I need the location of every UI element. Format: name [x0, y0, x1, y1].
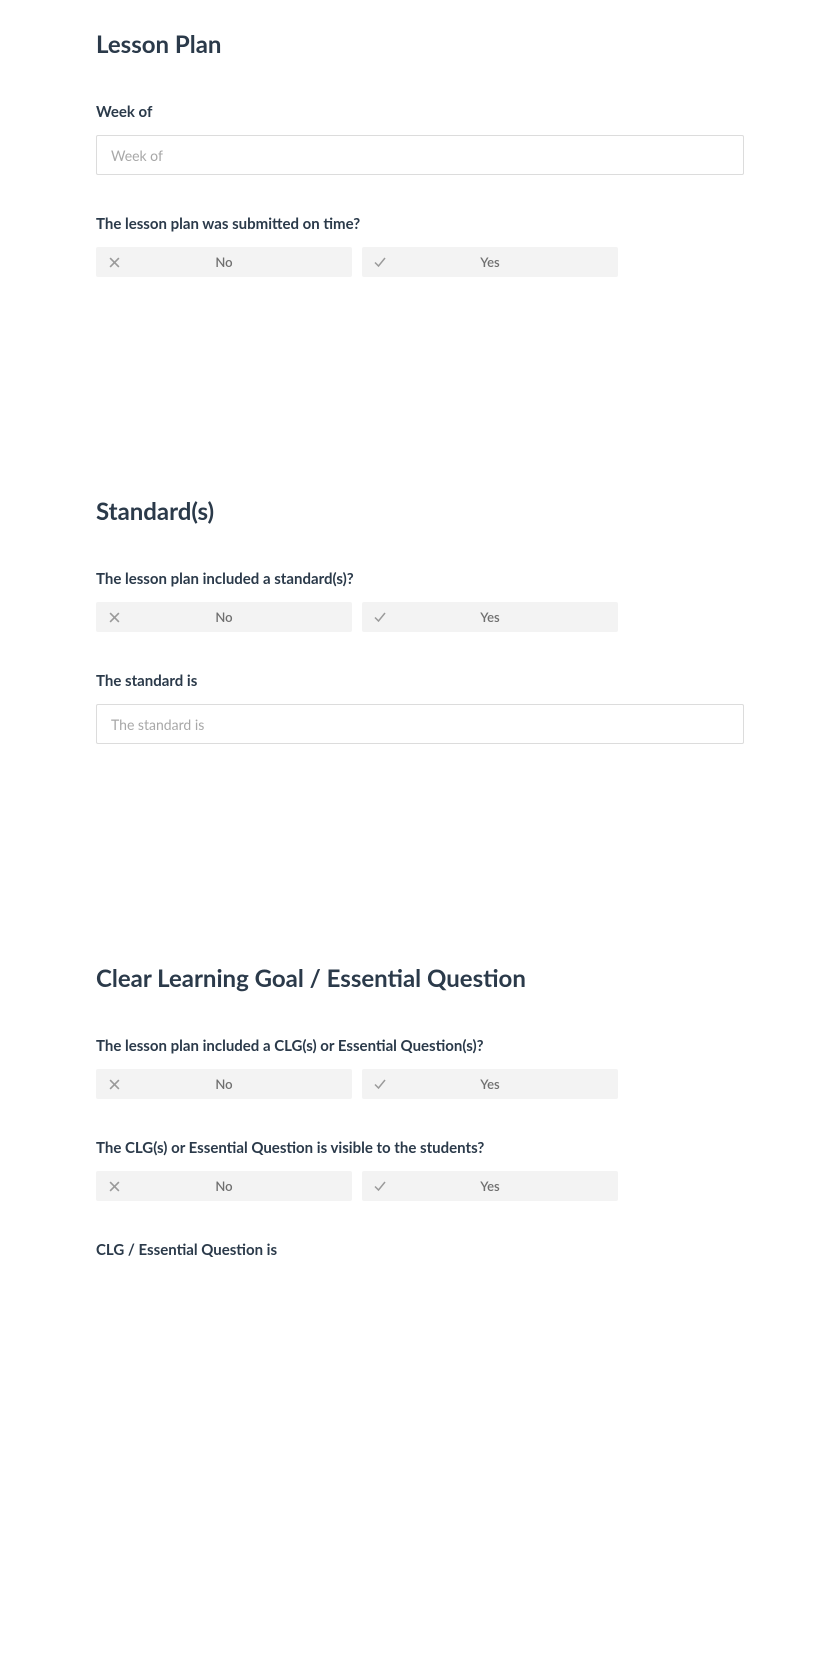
x-icon: [96, 1079, 132, 1090]
toggle-submitted-on-time: No Yes: [96, 247, 744, 277]
btn-label-yes: Yes: [398, 254, 618, 270]
check-icon: [362, 1077, 398, 1091]
btn-submitted-yes[interactable]: Yes: [362, 247, 618, 277]
btn-submitted-no[interactable]: No: [96, 247, 352, 277]
btn-label-no: No: [132, 1076, 352, 1092]
btn-label-yes: Yes: [398, 609, 618, 625]
check-icon: [362, 610, 398, 624]
field-clg-is: CLG / Essential Question is: [96, 1241, 744, 1259]
field-clg-visible: The CLG(s) or Essential Question is visi…: [96, 1139, 744, 1201]
field-standard-is: The standard is: [96, 672, 744, 744]
btn-included-standard-yes[interactable]: Yes: [362, 602, 618, 632]
check-icon: [362, 255, 398, 269]
field-submitted-on-time: The lesson plan was submitted on time? N…: [96, 215, 744, 277]
btn-label-yes: Yes: [398, 1076, 618, 1092]
btn-clg-visible-yes[interactable]: Yes: [362, 1171, 618, 1201]
check-icon: [362, 1179, 398, 1193]
input-week-of[interactable]: [96, 135, 744, 175]
x-icon: [96, 257, 132, 268]
field-week-of: Week of: [96, 103, 744, 175]
label-week-of: Week of: [96, 103, 744, 121]
label-clg-is: CLG / Essential Question is: [96, 1241, 744, 1259]
field-included-standard: The lesson plan included a standard(s)? …: [96, 570, 744, 632]
btn-label-yes: Yes: [398, 1178, 618, 1194]
btn-clg-visible-no[interactable]: No: [96, 1171, 352, 1201]
btn-label-no: No: [132, 609, 352, 625]
label-clg-visible: The CLG(s) or Essential Question is visi…: [96, 1139, 744, 1157]
field-included-clg: The lesson plan included a CLG(s) or Ess…: [96, 1037, 744, 1099]
label-standard-is: The standard is: [96, 672, 744, 690]
section-standards: Standard(s) The lesson plan included a s…: [96, 497, 744, 744]
section-title-lesson-plan: Lesson Plan: [96, 30, 744, 59]
x-icon: [96, 1181, 132, 1192]
label-submitted-on-time: The lesson plan was submitted on time?: [96, 215, 744, 233]
btn-included-clg-no[interactable]: No: [96, 1069, 352, 1099]
section-lesson-plan: Lesson Plan Week of The lesson plan was …: [96, 30, 744, 277]
btn-label-no: No: [132, 1178, 352, 1194]
section-title-clg: Clear Learning Goal / Essential Question: [96, 964, 744, 993]
label-included-clg: The lesson plan included a CLG(s) or Ess…: [96, 1037, 744, 1055]
section-title-standards: Standard(s): [96, 497, 744, 526]
x-icon: [96, 612, 132, 623]
section-clg: Clear Learning Goal / Essential Question…: [96, 964, 744, 1259]
btn-label-no: No: [132, 254, 352, 270]
input-standard-is[interactable]: [96, 704, 744, 744]
btn-included-clg-yes[interactable]: Yes: [362, 1069, 618, 1099]
toggle-included-standard: No Yes: [96, 602, 744, 632]
toggle-included-clg: No Yes: [96, 1069, 744, 1099]
btn-included-standard-no[interactable]: No: [96, 602, 352, 632]
toggle-clg-visible: No Yes: [96, 1171, 744, 1201]
label-included-standard: The lesson plan included a standard(s)?: [96, 570, 744, 588]
